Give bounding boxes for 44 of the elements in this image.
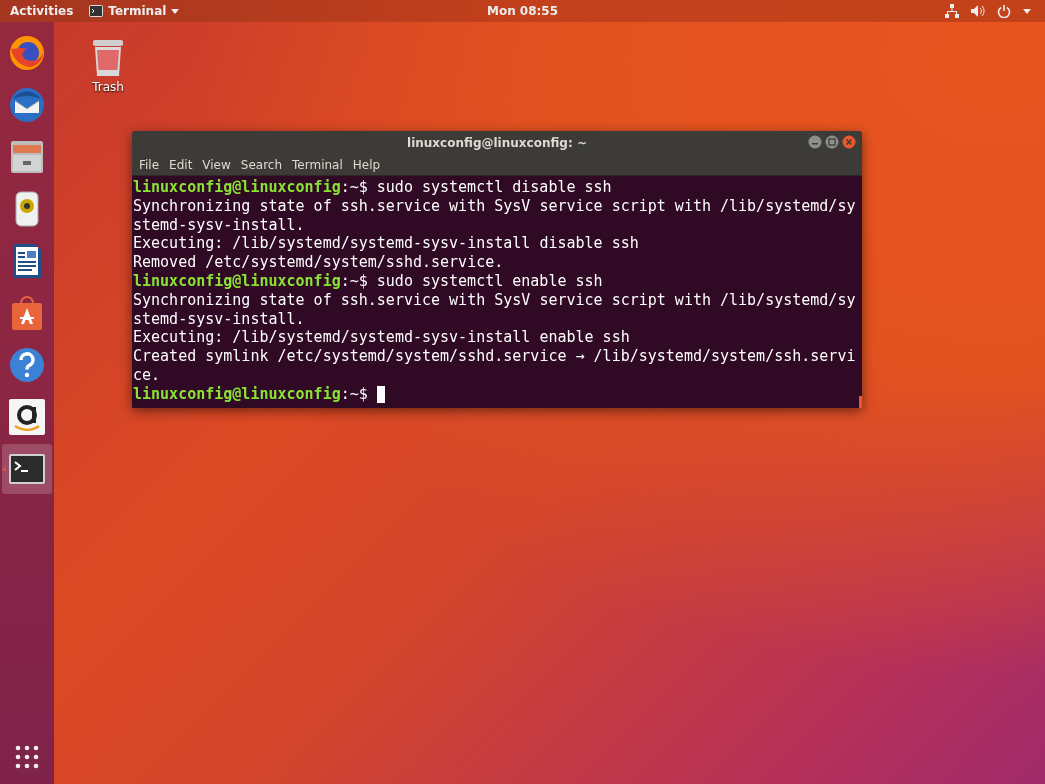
fox-globe-icon [7,33,47,73]
menu-item[interactable]: Edit [164,157,198,172]
output-line: Synchronizing state of ssh.service with SysV service script with /lib/systemd/sy [133,196,856,216]
clock[interactable]: Mon 08:55 [486,4,559,18]
app-grid-icon [15,745,39,769]
output-line: stemd-sysv-install. [133,215,305,235]
prompt-path: :~$ [340,272,368,291]
prompt-user: linuxconfig@linuxconfig [133,272,341,291]
output-line: Executing: /lib/systemd/systemd-sysv-install disable ssh [133,234,639,254]
volume-icon[interactable] [971,4,985,18]
menu-item[interactable]: View [197,157,236,172]
shopping-icon [7,397,47,437]
maximize-button[interactable] [825,135,839,149]
output-line: Synchronizing state of ssh.service with SysV service script with /lib/systemd/sy [133,290,856,310]
terminal-launcher[interactable] [2,444,52,494]
prompt-user: linuxconfig@linuxconfig [133,178,341,197]
command-text: sudo systemctl enable ssh [376,272,603,291]
prompt-path: :~$ [340,178,368,197]
trash-can-icon[interactable] [91,38,125,78]
menu-item[interactable]: Help [347,157,386,172]
power-icon[interactable] [997,4,1011,18]
bird-envelope-icon [7,85,47,125]
network-icon[interactable] [945,4,959,18]
menu-item[interactable]: File [134,157,165,172]
activities-button[interactable]: Activities [8,2,76,20]
output-line: Removed /etc/systemd/system/sshd.service. [133,253,504,272]
close-button[interactable] [842,135,856,149]
app-menu[interactable]: Terminal [87,2,182,20]
output-line: Executing: /lib/systemd/systemd-sysv-install enable ssh [133,328,630,348]
minimize-button[interactable] [808,135,822,149]
desktop-icon-label[interactable]: Trash [92,80,124,94]
terminal-icon [89,5,104,17]
output-line: stemd-sysv-install. [133,309,305,329]
window-title: linuxconfig@linuxconfig: ~ [407,135,587,150]
help-icon [7,345,47,385]
menu-item[interactable]: Search [235,157,288,172]
command-text: sudo systemctl disable ssh [376,178,612,197]
output-line: Created symlink /etc/systemd/system/sshd.service → /lib/systemd/system/ssh.servi [133,347,856,366]
output-line: ce. [133,365,161,385]
prompt-user: linuxconfig@linuxconfig [133,384,341,404]
prompt-path: :~$ [340,384,368,404]
caret-icon [171,8,180,14]
menu-item[interactable]: Terminal [287,157,348,172]
caret-icon[interactable] [1023,8,1031,14]
